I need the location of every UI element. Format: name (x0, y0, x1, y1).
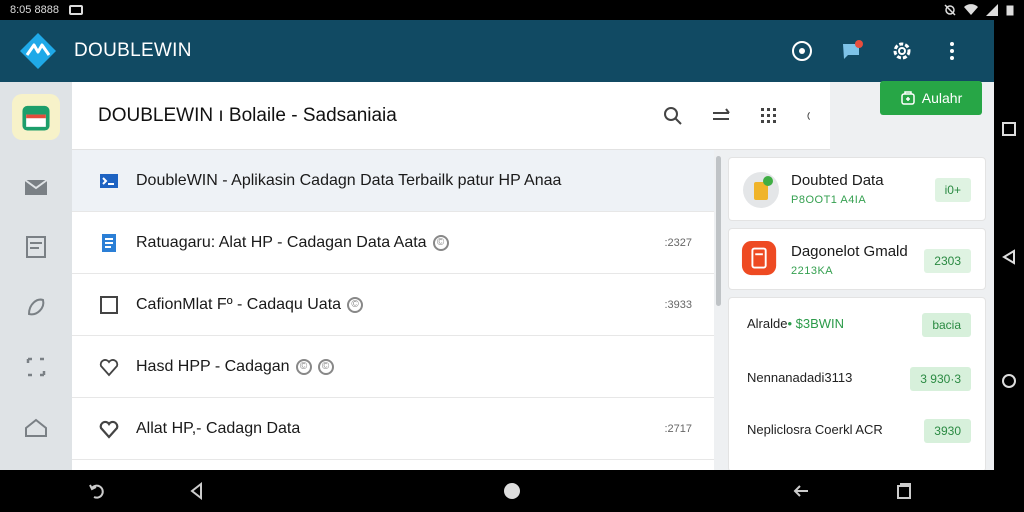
list-scrollbar[interactable] (716, 156, 721, 306)
side-buttons (994, 20, 1024, 470)
stat-badge-label: bacia (932, 318, 961, 332)
copyright-badge-icon: © (347, 296, 364, 313)
document-icon[interactable] (23, 234, 49, 260)
collapse-icon[interactable] (806, 105, 816, 127)
leaf-icon[interactable] (23, 294, 49, 320)
summary-card-general[interactable]: Dagonelot Gmald 2213KA 2303 (728, 228, 986, 290)
list-item-title: Ratuagaru: Alat HP - Cadagan Data Aata (136, 233, 427, 251)
stat-tag: • $3BWIN (787, 316, 845, 331)
grid-icon[interactable] (758, 105, 780, 127)
side-rail (0, 82, 72, 470)
stat-badge[interactable]: 3 930·3 (910, 367, 971, 391)
signal-icon (986, 4, 998, 16)
arrow-back-icon[interactable] (792, 482, 810, 500)
list-item-title: Allat HP,- Cadagn Data (136, 419, 301, 437)
terminal-icon (100, 173, 118, 188)
back-triangle-icon[interactable] (1000, 248, 1018, 266)
card-title: Dagonelot Gmald (791, 243, 908, 260)
home-icon[interactable] (23, 414, 49, 440)
list-item[interactable]: Hasd HPP - Cadagan © © (72, 336, 714, 398)
home-icon[interactable] (503, 482, 521, 500)
stat-badge[interactable]: 3930 (924, 419, 971, 443)
mail-icon[interactable] (23, 174, 49, 200)
list-item[interactable]: DoubleWIN - Aplikasin Cadagn Data Terbai… (72, 150, 714, 212)
status-time: 8:05 8888 (10, 4, 59, 16)
heart-outline-icon (99, 420, 119, 439)
stat-row-label: Nepliclosra Coerkl ACR (747, 422, 883, 437)
rotate-icon[interactable] (88, 482, 106, 500)
heart-icon (99, 358, 119, 376)
rail-item-calendar[interactable] (12, 94, 60, 140)
notification-icon (68, 5, 83, 15)
list-item[interactable]: CafionMlat Fº - Cadaqu Uata © :3933 (72, 274, 714, 336)
status-icons (944, 4, 1014, 16)
app-title: DOUBLEWIN (74, 40, 192, 61)
summary-card-backup[interactable]: Doubted Data P8OOT1 A4IA i0+ (728, 157, 986, 221)
card-title: Doubted Data (791, 172, 884, 189)
general-app-icon (741, 240, 777, 276)
checkbox-icon (100, 295, 118, 314)
mute-icon (944, 4, 956, 16)
crop-icon[interactable] (23, 354, 49, 380)
target-icon[interactable] (790, 39, 814, 63)
sort-icon[interactable] (710, 105, 732, 127)
recents-icon[interactable] (895, 482, 913, 500)
list-item-title: CafionMlat Fº - Cadaqu Uata (136, 295, 342, 313)
item-list: DoubleWIN - Aplikasin Cadagn Data Terbai… (72, 150, 714, 470)
copyright-badge-icon: © (295, 358, 312, 375)
app-bar: DOUBLEWIN (0, 20, 994, 82)
stat-badge-label: 3 930·3 (920, 372, 961, 386)
more-vertical-icon[interactable] (940, 39, 964, 63)
list-item-title: DoubleWIN - Aplikasin Cadagn Data Terbai… (136, 171, 562, 189)
list-item-meta: :2327 (664, 236, 692, 249)
stat-row-label: Alralde• $3BWIN (747, 316, 844, 331)
page-title: DOUBLEWIN ı Bolaile - Sadsaniaia (98, 104, 397, 126)
stat-badge-label: 3930 (934, 424, 961, 438)
list-item[interactable]: Allat HP,- Cadagn Data :2717 (72, 398, 714, 460)
card-badge: i0+ (934, 178, 971, 202)
copyright-badge-icon: © (432, 234, 449, 251)
card-subtitle: 2213KA (791, 265, 834, 277)
add-app-icon (901, 91, 915, 105)
stats-card: Alralde• $3BWIN bacia Nennanadadi3113 3 930… (728, 297, 986, 470)
status-bar: 8:05 8888 (0, 0, 1024, 20)
wifi-icon (964, 4, 978, 16)
document-icon (102, 233, 116, 252)
card-badge: 2303 (924, 249, 971, 273)
chat-icon[interactable] (840, 39, 864, 63)
card-subtitle: P8OOT1 A4IA (791, 194, 867, 206)
stat-label: Nennanadadi3113 (747, 370, 853, 385)
search-icon[interactable] (662, 105, 684, 127)
battery-icon (1006, 5, 1014, 16)
app-screen: DOUBLEWIN DOUBLEWIN ı Bolaile - Sadsania… (0, 20, 994, 470)
stat-badge[interactable]: bacia (922, 313, 971, 337)
gear-icon[interactable] (890, 39, 914, 63)
backup-app-icon (743, 172, 779, 208)
add-button[interactable]: Aulahr (880, 81, 982, 115)
nav-bar (0, 470, 1024, 512)
app-logo-icon (20, 33, 56, 69)
list-item-title: Hasd HPP - Cadagan (136, 357, 290, 375)
add-button-label: Aulahr (921, 90, 963, 106)
list-item-meta: :2717 (664, 422, 692, 435)
square-nav-icon[interactable] (1000, 120, 1018, 138)
list-item[interactable]: Ratuagaru: Alat HP - Cadagan Data Aata ©:… (72, 212, 714, 274)
calendar-icon (22, 105, 50, 131)
copyright-badge-icon: © (317, 358, 334, 375)
stat-row-label: Nennanadadi3113 (747, 370, 852, 385)
stat-label: Alralde (747, 316, 788, 331)
list-item-meta: :3933 (664, 298, 692, 311)
back-icon[interactable] (188, 482, 206, 500)
stat-label: Nepliclosra Coerkl ACR (747, 422, 883, 437)
content-header: DOUBLEWIN ı Bolaile - Sadsaniaia (72, 82, 830, 150)
home-circle-icon[interactable] (1000, 372, 1018, 390)
